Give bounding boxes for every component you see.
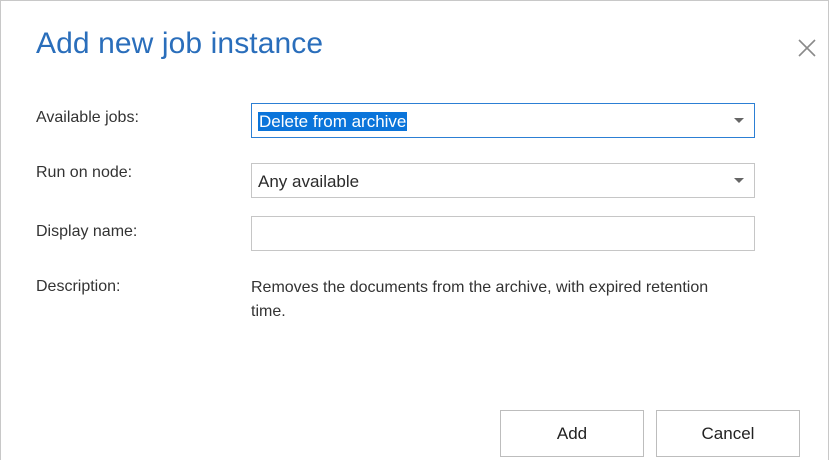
run-on-node-value: Any available [258, 172, 360, 191]
run-on-node-select[interactable]: Any available [251, 163, 755, 198]
available-jobs-value: Delete from archive [258, 112, 408, 131]
available-jobs-select[interactable]: Delete from archive [251, 103, 755, 138]
chevron-down-icon [734, 118, 744, 123]
display-name-input[interactable] [251, 216, 755, 251]
add-button[interactable]: Add [500, 410, 644, 457]
cancel-button[interactable]: Cancel [656, 410, 800, 457]
run-on-node-label: Run on node: [36, 164, 133, 181]
add-job-instance-dialog: Add new job instance Available jobs: Del… [0, 0, 829, 460]
chevron-down-icon [734, 178, 744, 183]
available-jobs-label: Available jobs: [36, 109, 139, 126]
dialog-title: Add new job instance [36, 27, 324, 60]
display-name-label: Display name: [36, 223, 138, 240]
description-text: Removes the documents from the archive, … [251, 279, 709, 320]
description-label: Description: [36, 278, 121, 295]
close-icon[interactable] [796, 37, 818, 59]
